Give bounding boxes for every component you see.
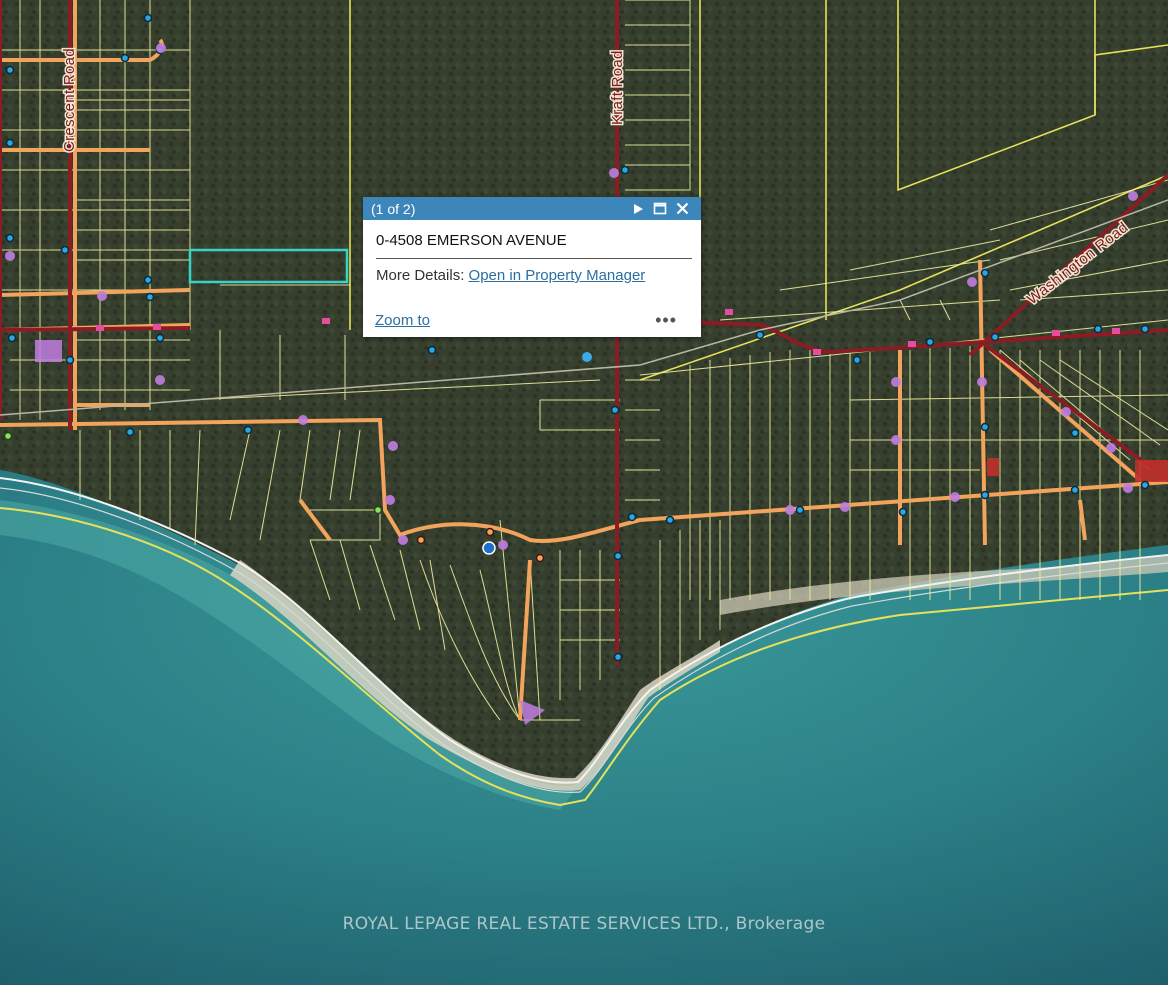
popup-footer: Zoom to •••: [375, 310, 677, 331]
location-marker[interactable]: [582, 352, 592, 362]
play-icon: [634, 203, 643, 214]
close-icon: [676, 202, 688, 215]
road-label-crescent: Crescent Road: [61, 48, 78, 152]
property-popup: (1 of 2) 0-4508 EMERSON AVENUE More Deta…: [363, 197, 701, 337]
brokerage-watermark: ROYAL LEPAGE REAL ESTATE SERVICES LTD., …: [342, 914, 826, 934]
popup-title: 0-4508 EMERSON AVENUE: [376, 232, 692, 259]
popup-header: (1 of 2): [363, 197, 701, 220]
open-property-manager-link[interactable]: Open in Property Manager: [469, 267, 646, 284]
popup-details: More Details: Open in Property Manager: [376, 267, 701, 284]
road-label-kraft: Kraft Road: [609, 50, 626, 125]
red-parcel: [987, 458, 999, 476]
popup-counter: (1 of 2): [371, 200, 416, 217]
maximize-icon: [653, 202, 667, 214]
close-button[interactable]: [671, 198, 693, 220]
next-feature-button[interactable]: [627, 198, 649, 220]
red-parcel: [1135, 460, 1168, 482]
map-view[interactable]: Crescent Road Kraft Road Washington Road…: [0, 0, 1168, 985]
purple-parcel: [35, 340, 62, 362]
zoom-to-link[interactable]: Zoom to: [375, 312, 430, 329]
details-label: More Details:: [376, 267, 465, 284]
maximize-button[interactable]: [649, 198, 671, 220]
point-of-interest-marker[interactable]: [482, 541, 496, 555]
map-canvas[interactable]: Crescent Road Kraft Road Washington Road: [0, 0, 1168, 985]
more-options-icon[interactable]: •••: [655, 310, 677, 331]
